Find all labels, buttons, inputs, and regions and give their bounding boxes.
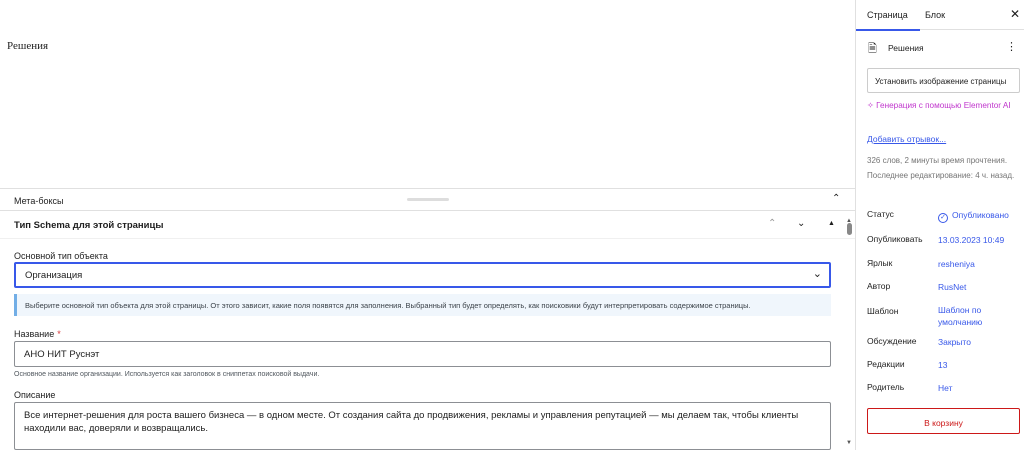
slug-value[interactable]: resheniya xyxy=(938,258,1022,270)
object-type-select[interactable]: Организация ⌄ xyxy=(14,262,831,288)
metabox-scrollbar[interactable]: ▲ ▼ xyxy=(845,218,855,450)
post-title[interactable]: Решения xyxy=(7,40,48,52)
property-label: Опубликовать xyxy=(867,234,923,244)
parent-value[interactable]: Нет xyxy=(938,382,1022,394)
trash-label: В корзину xyxy=(924,418,963,428)
discussion-value[interactable]: Закрыто xyxy=(938,336,1022,348)
reading-info: 326 слов, 2 минуты время прочтения. xyxy=(867,156,1008,165)
publish-date-value[interactable]: 13.03.2023 10:49 xyxy=(938,234,1022,246)
move-to-trash-button[interactable]: В корзину xyxy=(867,408,1020,434)
author-value[interactable]: RusNet xyxy=(938,281,1022,293)
collapse-toggle-icon[interactable]: ▲ xyxy=(828,220,835,227)
add-excerpt-link[interactable]: Добавить отрывок... xyxy=(867,134,946,144)
name-value: АНО НИТ Руснэт xyxy=(24,349,100,360)
object-type-label: Основной тип объекта xyxy=(14,251,108,261)
status-value-text: Опубликовано xyxy=(952,210,1009,220)
status-value[interactable]: ✓ Опубликовано xyxy=(938,209,1022,223)
notice-text: Выберите основной тип объекта для этой с… xyxy=(25,301,751,310)
property-label: Родитель xyxy=(867,382,905,392)
object-type-value: Организация xyxy=(25,270,83,281)
set-featured-image-label: Установить изображение страницы xyxy=(875,77,1007,86)
property-label: Ярлык xyxy=(867,258,893,268)
description-textarea[interactable]: Все интернет-решения для роста вашего би… xyxy=(14,402,831,450)
move-down-icon[interactable]: ⌄ xyxy=(797,218,805,229)
close-icon[interactable]: ✕ xyxy=(1010,7,1020,21)
schema-metabox-header[interactable]: Тип Schema для этой страницы ⌃ ⌄ ▲ xyxy=(0,211,855,239)
page-name: Решения xyxy=(888,43,924,53)
name-label: Название * xyxy=(14,329,61,339)
resize-handle[interactable] xyxy=(407,198,449,201)
metaboxes-label: Мета-боксы xyxy=(14,196,64,206)
elementor-ai-label: Генерация с помощью Elementor AI xyxy=(876,101,1011,110)
revisions-value[interactable]: 13 xyxy=(938,359,1022,371)
template-value[interactable]: Шаблон по умолчанию xyxy=(938,304,1022,328)
check-circle-icon: ✓ xyxy=(938,213,948,223)
required-mark: * xyxy=(57,329,61,339)
property-label: Автор xyxy=(867,281,891,291)
object-type-notice: Выберите основной тип объекта для этой с… xyxy=(14,294,831,316)
settings-sidebar: Страница Блок ✕ 🗎 Решения ⋮ Установить и… xyxy=(855,0,1024,450)
description-value: Все интернет-решения для роста вашего би… xyxy=(24,410,799,434)
document-icon: 🗎 xyxy=(868,43,877,55)
scroll-down-icon[interactable]: ▼ xyxy=(846,440,852,446)
tab-block[interactable]: Блок xyxy=(925,10,945,20)
move-up-icon[interactable]: ⌃ xyxy=(768,218,776,229)
sidebar-tabs: Страница Блок ✕ xyxy=(856,0,1024,31)
chevron-up-icon[interactable]: ⌃ xyxy=(832,193,840,204)
tab-page[interactable]: Страница xyxy=(856,10,920,31)
elementor-ai-link[interactable]: ✧ Генерация с помощью Elementor AI xyxy=(867,100,1019,112)
page-summary: 🗎 Решения ⋮ xyxy=(868,40,1018,56)
name-help-text: Основное название организации. Используе… xyxy=(14,371,320,378)
property-label: Шаблон xyxy=(867,306,899,316)
set-featured-image-button[interactable]: Установить изображение страницы xyxy=(867,68,1020,93)
editor-canvas: Решения xyxy=(0,0,855,188)
name-input[interactable]: АНО НИТ Руснэт xyxy=(14,341,831,367)
property-label: Редакции xyxy=(867,359,905,369)
name-label-text: Название xyxy=(14,329,55,339)
description-label: Описание xyxy=(14,390,56,400)
property-label: Статус xyxy=(867,209,894,219)
metaboxes-header[interactable]: Мета-боксы ⌃ xyxy=(0,189,855,211)
more-options-icon[interactable]: ⋮ xyxy=(1006,40,1017,53)
schema-metabox-title: Тип Schema для этой страницы xyxy=(14,220,164,231)
property-label: Обсуждение xyxy=(867,336,917,346)
scroll-thumb[interactable] xyxy=(847,223,852,235)
sparkle-icon: ✧ xyxy=(867,101,874,110)
last-edited-info: Последнее редактирование: 4 ч. назад. xyxy=(867,171,1015,180)
chevron-down-icon: ⌄ xyxy=(812,268,822,280)
